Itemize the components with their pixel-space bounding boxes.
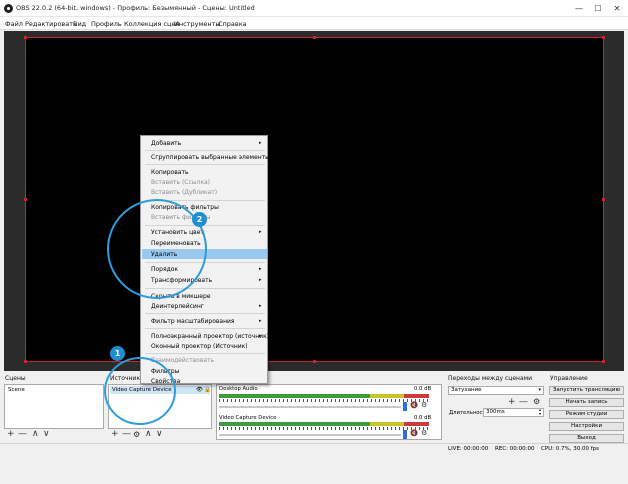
- mixer-settings-gear-icon[interactable]: ⚙: [421, 429, 427, 437]
- transition-type-value: Затухание: [451, 387, 482, 393]
- audio-mixer: Desktop Audio 0.0 dB 🔇 ⚙ Video Capture D…: [216, 384, 442, 440]
- start-recording-button[interactable]: Начать запись: [549, 398, 624, 407]
- lock-icon[interactable]: 🔒: [204, 386, 211, 394]
- transition-type-select[interactable]: Затухание ▾: [448, 386, 544, 395]
- menu-separator: [145, 164, 265, 165]
- annotation-badge-2: 2: [192, 212, 207, 227]
- scenes-dock-title: Сцены: [5, 375, 26, 382]
- menu-separator: [145, 353, 265, 354]
- menu-scene-collection[interactable]: Коллекция сцен: [124, 20, 180, 28]
- duration-value: 300ms: [486, 409, 505, 415]
- ctx-copy[interactable]: Копировать: [151, 169, 188, 176]
- transform-handle[interactable]: [313, 360, 316, 363]
- studio-mode-button[interactable]: Режим студии: [549, 410, 624, 419]
- move-source-up-button[interactable]: ∧: [145, 430, 152, 439]
- submenu-arrow-icon: ▸: [259, 266, 262, 272]
- mixer-channel-name: Video Capture Device: [219, 415, 277, 421]
- add-scene-button[interactable]: +: [7, 430, 15, 439]
- annotation-circle-2: [107, 199, 207, 299]
- obs-app-icon: [4, 4, 13, 13]
- annotation-circle-1: [104, 357, 176, 425]
- transform-handle[interactable]: [602, 360, 605, 363]
- mixer-channel-name: Desktop Audio: [219, 386, 258, 392]
- ctx-deinterlacing[interactable]: Деинтерлейсинг: [151, 303, 204, 310]
- add-source-button[interactable]: +: [111, 430, 119, 439]
- minimize-button[interactable]: —: [573, 3, 585, 14]
- eye-icon[interactable]: 👁: [196, 386, 203, 394]
- move-scene-up-button[interactable]: ∧: [32, 430, 39, 439]
- mixer-channel-level: 0.0 dB: [414, 386, 432, 392]
- volume-slider-track[interactable]: [219, 406, 401, 408]
- menu-tools[interactable]: Инструменты: [174, 20, 221, 28]
- transform-handle[interactable]: [24, 360, 27, 363]
- duration-spinbox[interactable]: 300ms ▴ ▾: [483, 408, 544, 417]
- menu-separator: [145, 150, 265, 151]
- transform-handle[interactable]: [602, 36, 605, 39]
- mute-speaker-icon[interactable]: 🔇: [410, 401, 418, 409]
- remove-scene-button[interactable]: —: [18, 430, 27, 439]
- add-transition-button[interactable]: +: [508, 397, 516, 407]
- scenes-list[interactable]: Scene: [4, 384, 104, 429]
- volume-slider-track[interactable]: [219, 434, 401, 436]
- menu-file[interactable]: Файл: [5, 20, 23, 28]
- title-bar: OBS 22.0.2 (64-bit, windows) - Профиль: …: [0, 0, 628, 17]
- controls-dock-title: Управление: [550, 375, 588, 382]
- ctx-group-selected[interactable]: Сгруппировать выбранные элементы: [151, 154, 270, 161]
- mute-speaker-icon[interactable]: 🔇: [410, 429, 418, 437]
- submenu-arrow-icon: ▸: [259, 318, 262, 324]
- transition-properties-gear-icon[interactable]: ⚙: [533, 397, 540, 406]
- rec-status: REC: 00:00:00: [495, 446, 535, 452]
- transform-handle[interactable]: [24, 36, 27, 39]
- move-scene-down-button[interactable]: ∨: [43, 430, 50, 439]
- menu-bar: Файл Редактировать Вид Профиль Коллекция…: [0, 17, 628, 30]
- chevron-down-icon: ▾: [538, 387, 541, 393]
- mixer-channel-level: 0.0 dB: [414, 415, 432, 421]
- volume-meter: [219, 394, 429, 398]
- scene-item[interactable]: Scene: [6, 386, 102, 394]
- ctx-scale-filter[interactable]: Фильтр масштабирования: [151, 318, 235, 325]
- meter-ticks: [219, 399, 429, 402]
- transform-handle[interactable]: [313, 36, 316, 39]
- window-title: OBS 22.0.2 (64-bit, windows) - Профиль: …: [16, 4, 255, 12]
- menu-edit[interactable]: Редактировать: [25, 20, 77, 28]
- remove-transition-button[interactable]: —: [519, 397, 528, 407]
- remove-source-button[interactable]: —: [122, 430, 131, 439]
- menu-separator: [145, 328, 265, 329]
- submenu-arrow-icon: ▸: [259, 277, 262, 283]
- move-source-down-button[interactable]: ∨: [156, 430, 163, 439]
- live-status: LIVE: 00:00:00: [448, 446, 489, 452]
- volume-slider-handle[interactable]: [403, 430, 407, 439]
- settings-button[interactable]: Настройки: [549, 422, 624, 431]
- preview-canvas[interactable]: [24, 36, 605, 363]
- spin-arrows-icon[interactable]: ▴ ▾: [539, 408, 541, 416]
- transform-handle[interactable]: [602, 198, 605, 201]
- submenu-arrow-icon: ▸: [259, 303, 262, 309]
- ctx-windowed-projector[interactable]: Оконный проектор (Источник): [151, 343, 248, 350]
- menu-separator: [145, 313, 265, 314]
- transitions-dock-title: Переходы между сценами: [448, 375, 533, 382]
- cpu-status: CPU: 0.7%, 30.00 fps: [541, 446, 600, 452]
- maximize-button[interactable]: ☐: [592, 3, 604, 14]
- close-button[interactable]: ✕: [611, 3, 623, 14]
- volume-meter: [219, 422, 429, 426]
- annotation-badge-1: 1: [110, 346, 125, 361]
- submenu-arrow-icon: ▸: [259, 229, 262, 235]
- ctx-paste-reference[interactable]: Вставить (Ссылка): [151, 179, 210, 186]
- transform-handle[interactable]: [24, 198, 27, 201]
- menu-profile[interactable]: Профиль: [91, 20, 122, 28]
- ctx-paste-duplicate[interactable]: Вставить (Дубликат): [151, 189, 217, 196]
- volume-slider-handle[interactable]: [403, 402, 407, 411]
- submenu-arrow-icon: ▸: [259, 140, 262, 146]
- ctx-add[interactable]: Добавить: [151, 140, 181, 147]
- source-properties-gear-icon[interactable]: ⚙: [133, 430, 140, 439]
- mixer-settings-gear-icon[interactable]: ⚙: [421, 401, 427, 409]
- ctx-fullscreen-projector[interactable]: Полноэкранный проектор (источник): [151, 333, 269, 340]
- start-streaming-button[interactable]: Запустить трансляцию: [549, 386, 624, 395]
- meter-ticks: [219, 427, 429, 430]
- menu-help[interactable]: Справка: [218, 20, 247, 28]
- menu-view[interactable]: Вид: [73, 20, 86, 28]
- submenu-arrow-icon: ▸: [259, 333, 262, 339]
- exit-button[interactable]: Выход: [549, 434, 624, 443]
